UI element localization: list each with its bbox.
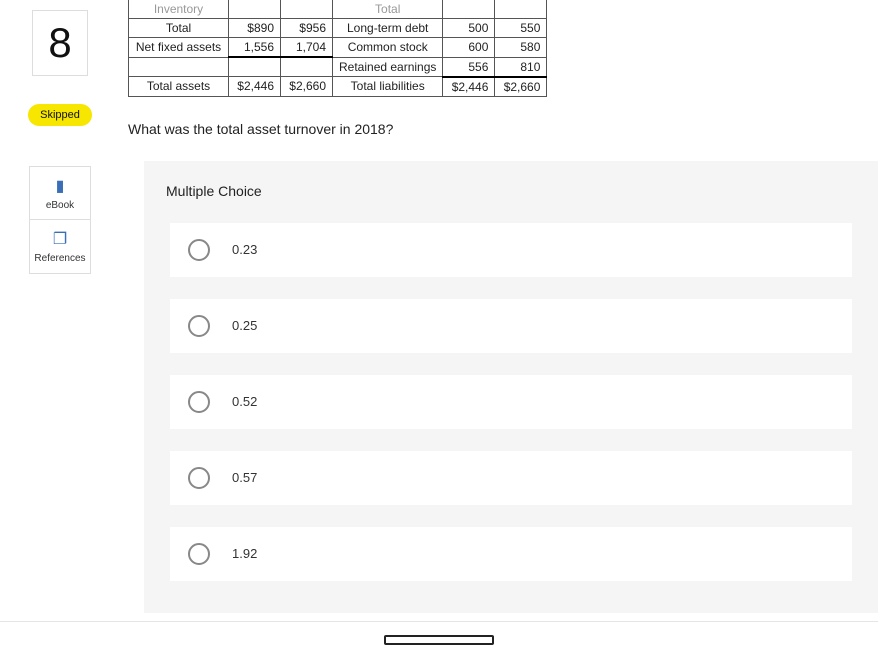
references-icon: ❐ bbox=[53, 229, 67, 249]
question-text: What was the total asset turnover in 201… bbox=[128, 121, 878, 137]
bottom-nav bbox=[0, 635, 878, 645]
table-row: Net fixed assets 1,556 1,704 Common stoc… bbox=[129, 38, 547, 58]
question-number-box: 8 bbox=[32, 10, 88, 76]
choice-option[interactable]: 0.23 bbox=[170, 223, 852, 277]
cell-prev-left-label: Inventory bbox=[129, 0, 229, 19]
choice-option[interactable]: 1.92 bbox=[170, 527, 852, 581]
table-row: Total $890 $956 Long-term debt 500 550 bbox=[129, 19, 547, 38]
radio-icon bbox=[188, 239, 210, 261]
cell-prev-right-label: Total bbox=[333, 0, 443, 19]
multiple-choice-area: Multiple Choice 0.23 0.25 0.52 0.57 bbox=[144, 161, 878, 613]
choice-label: 0.52 bbox=[232, 394, 257, 409]
ebook-button-label: eBook bbox=[46, 200, 74, 211]
table-row: Retained earnings 556 810 bbox=[129, 57, 547, 77]
left-sidebar: 8 Skipped ▮ eBook ❐ References bbox=[0, 0, 120, 274]
table-row: Total assets $2,446 $2,660 Total liabili… bbox=[129, 77, 547, 97]
choice-label: 0.23 bbox=[232, 242, 257, 257]
references-button[interactable]: ❐ References bbox=[29, 220, 91, 274]
choice-label: 0.57 bbox=[232, 470, 257, 485]
balance-sheet-table: Inventory Total Total $890 $956 Long-ter… bbox=[128, 0, 547, 97]
radio-icon bbox=[188, 391, 210, 413]
book-icon: ▮ bbox=[56, 176, 65, 196]
radio-icon bbox=[188, 467, 210, 489]
radio-icon bbox=[188, 315, 210, 337]
choice-option[interactable]: 0.52 bbox=[170, 375, 852, 429]
skipped-badge: Skipped bbox=[28, 104, 92, 126]
table-row: Inventory Total bbox=[129, 0, 547, 19]
radio-icon bbox=[188, 543, 210, 565]
references-button-label: References bbox=[34, 253, 85, 264]
choice-label: 0.25 bbox=[232, 318, 257, 333]
prev-button[interactable] bbox=[384, 635, 494, 645]
multiple-choice-title: Multiple Choice bbox=[162, 177, 860, 205]
ebook-button[interactable]: ▮ eBook bbox=[29, 166, 91, 220]
choice-option[interactable]: 0.25 bbox=[170, 299, 852, 353]
choice-label: 1.92 bbox=[232, 546, 257, 561]
choice-option[interactable]: 0.57 bbox=[170, 451, 852, 505]
main-content: Inventory Total Total $890 $956 Long-ter… bbox=[120, 0, 878, 613]
